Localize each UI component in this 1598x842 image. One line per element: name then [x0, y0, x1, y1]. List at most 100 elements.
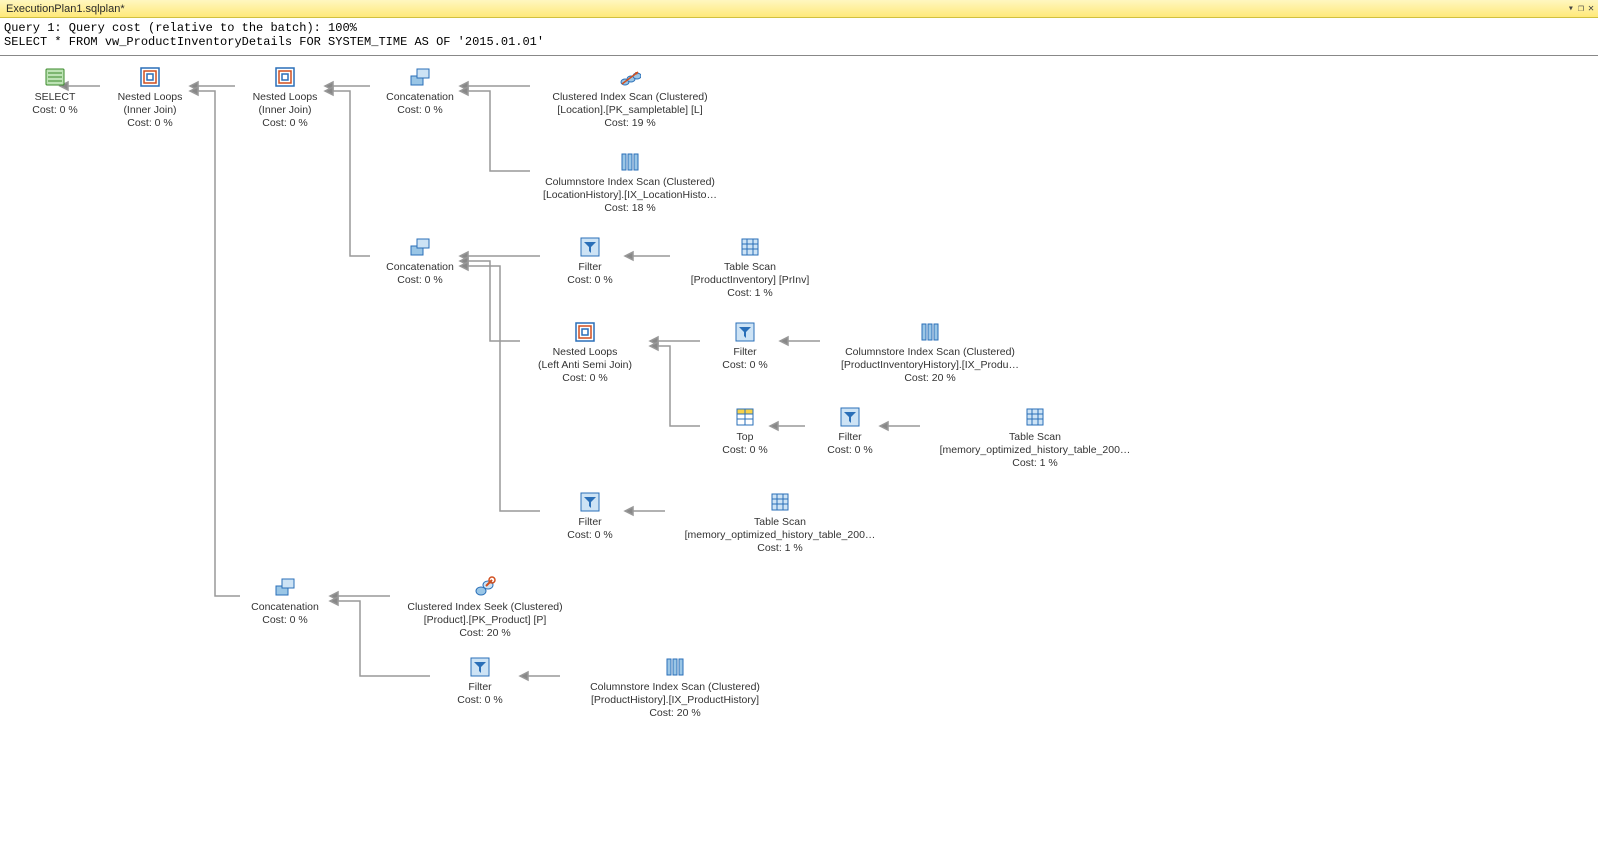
node-sublabel: [Location].[PK_sampletable] [L] [505, 104, 755, 117]
node-label: Table Scan [655, 516, 905, 529]
node-sublabel: (Inner Join) [230, 104, 340, 117]
node-cost: Cost: 1 % [665, 287, 835, 300]
node-concatenation-1[interactable]: Concatenation Cost: 0 % [365, 66, 475, 117]
tab-bar: ExecutionPlan1.sqlplan* ▾ ❐ ✕ [0, 0, 1598, 18]
node-label: Nested Loops [230, 91, 340, 104]
query-cost-line: Query 1: Query cost (relative to the bat… [4, 21, 357, 35]
concatenation-icon [409, 236, 431, 258]
node-cost: Cost: 19 % [505, 117, 755, 130]
node-clustered-index-seek[interactable]: Clustered Index Seek (Clustered) [Produc… [360, 576, 610, 640]
node-cost: Cost: 0 % [510, 372, 660, 385]
node-label: Concatenation [365, 261, 475, 274]
columnstore-scan-icon [619, 151, 641, 173]
node-filter-3[interactable]: Filter Cost: 0 % [795, 406, 905, 457]
node-filter-4[interactable]: Filter Cost: 0 % [535, 491, 645, 542]
node-label: Concatenation [230, 601, 340, 614]
node-columnstore-scan-1[interactable]: Columnstore Index Scan (Clustered) [Loca… [505, 151, 755, 215]
node-nested-loops-1[interactable]: Nested Loops (Inner Join) Cost: 0 % [95, 66, 205, 130]
node-cost: Cost: 20 % [805, 372, 1055, 385]
node-concatenation-3[interactable]: Concatenation Cost: 0 % [230, 576, 340, 627]
nested-loops-icon [274, 66, 296, 88]
table-scan-icon [739, 236, 761, 258]
table-scan-icon [769, 491, 791, 513]
node-cost: Cost: 18 % [505, 202, 755, 215]
node-cost: Cost: 0 % [230, 117, 340, 130]
filter-icon [579, 491, 601, 513]
node-sublabel: [LocationHistory].[IX_LocationHisto… [505, 189, 755, 202]
node-columnstore-scan-3[interactable]: Columnstore Index Scan (Clustered) [Prod… [550, 656, 800, 720]
node-sublabel: [memory_optimized_history_table_200… [655, 529, 905, 542]
query-header: Query 1: Query cost (relative to the bat… [0, 18, 1598, 56]
node-table-scan-3[interactable]: Table Scan [memory_optimized_history_tab… [655, 491, 905, 555]
filter-icon [579, 236, 601, 258]
node-cost: Cost: 0 % [230, 614, 340, 627]
node-columnstore-scan-2[interactable]: Columnstore Index Scan (Clustered) [Prod… [805, 321, 1055, 385]
node-sublabel: [ProductHistory].[IX_ProductHistory] [550, 694, 800, 707]
plan-canvas[interactable]: SELECT Cost: 0 % Nested Loops (Inner Joi… [0, 56, 1598, 836]
node-concatenation-2[interactable]: Concatenation Cost: 0 % [365, 236, 475, 287]
node-label: Concatenation [365, 91, 475, 104]
node-cost: Cost: 0 % [535, 274, 645, 287]
node-label: SELECT [0, 91, 110, 104]
node-cost: Cost: 0 % [365, 274, 475, 287]
top-icon [734, 406, 756, 428]
filter-icon [734, 321, 756, 343]
node-label: Nested Loops [95, 91, 205, 104]
node-label: Clustered Index Scan (Clustered) [505, 91, 755, 104]
node-table-scan-1[interactable]: Table Scan [ProductInventory] [PrInv] Co… [665, 236, 835, 300]
node-sublabel: [memory_optimized_history_table_200… [910, 444, 1160, 457]
node-cost: Cost: 0 % [535, 529, 645, 542]
node-cost: Cost: 0 % [690, 359, 800, 372]
node-label: Columnstore Index Scan (Clustered) [505, 176, 755, 189]
nested-loops-icon [574, 321, 596, 343]
nested-loops-icon [139, 66, 161, 88]
node-sublabel: [Product].[PK_Product] [P] [360, 614, 610, 627]
node-sublabel: (Left Anti Semi Join) [510, 359, 660, 372]
columnstore-scan-icon [664, 656, 686, 678]
columnstore-scan-icon [919, 321, 941, 343]
node-cost: Cost: 0 % [95, 117, 205, 130]
node-sublabel: [ProductInventoryHistory].[IX_Produ… [805, 359, 1055, 372]
node-cost: Cost: 20 % [360, 627, 610, 640]
node-label: Top [690, 431, 800, 444]
node-filter-5[interactable]: Filter Cost: 0 % [425, 656, 535, 707]
node-cost: Cost: 1 % [655, 542, 905, 555]
node-sublabel: [ProductInventory] [PrInv] [665, 274, 835, 287]
table-scan-icon [1024, 406, 1046, 428]
filter-icon [839, 406, 861, 428]
node-cost: Cost: 0 % [365, 104, 475, 117]
select-icon [44, 66, 66, 88]
node-cost: Cost: 0 % [425, 694, 535, 707]
tab-title[interactable]: ExecutionPlan1.sqlplan* [4, 3, 125, 15]
tab-restore-icon[interactable]: ❐ [1578, 3, 1584, 14]
node-filter-1[interactable]: Filter Cost: 0 % [535, 236, 645, 287]
node-clustered-index-scan-1[interactable]: Clustered Index Scan (Clustered) [Locati… [505, 66, 755, 130]
node-filter-2[interactable]: Filter Cost: 0 % [690, 321, 800, 372]
node-cost: Cost: 0 % [795, 444, 905, 457]
node-label: Nested Loops [510, 346, 660, 359]
node-select[interactable]: SELECT Cost: 0 % [0, 66, 110, 117]
node-nested-loops-3[interactable]: Nested Loops (Left Anti Semi Join) Cost:… [510, 321, 660, 385]
tab-dropdown-icon[interactable]: ▾ [1568, 3, 1574, 14]
node-cost: Cost: 1 % [910, 457, 1160, 470]
node-cost: Cost: 0 % [0, 104, 110, 117]
clustered-index-scan-icon [619, 66, 641, 88]
node-label: Table Scan [665, 261, 835, 274]
node-top[interactable]: Top Cost: 0 % [690, 406, 800, 457]
node-label: Filter [690, 346, 800, 359]
node-nested-loops-2[interactable]: Nested Loops (Inner Join) Cost: 0 % [230, 66, 340, 130]
node-table-scan-2[interactable]: Table Scan [memory_optimized_history_tab… [910, 406, 1160, 470]
clustered-index-seek-icon [474, 576, 496, 598]
node-sublabel: (Inner Join) [95, 104, 205, 117]
filter-icon [469, 656, 491, 678]
query-sql-line: SELECT * FROM vw_ProductInventoryDetails… [4, 35, 544, 49]
node-label: Filter [535, 516, 645, 529]
concatenation-icon [409, 66, 431, 88]
node-label: Columnstore Index Scan (Clustered) [805, 346, 1055, 359]
node-label: Clustered Index Seek (Clustered) [360, 601, 610, 614]
concatenation-icon [274, 576, 296, 598]
tab-close-icon[interactable]: ✕ [1588, 3, 1594, 14]
node-label: Columnstore Index Scan (Clustered) [550, 681, 800, 694]
node-cost: Cost: 20 % [550, 707, 800, 720]
node-label: Filter [795, 431, 905, 444]
